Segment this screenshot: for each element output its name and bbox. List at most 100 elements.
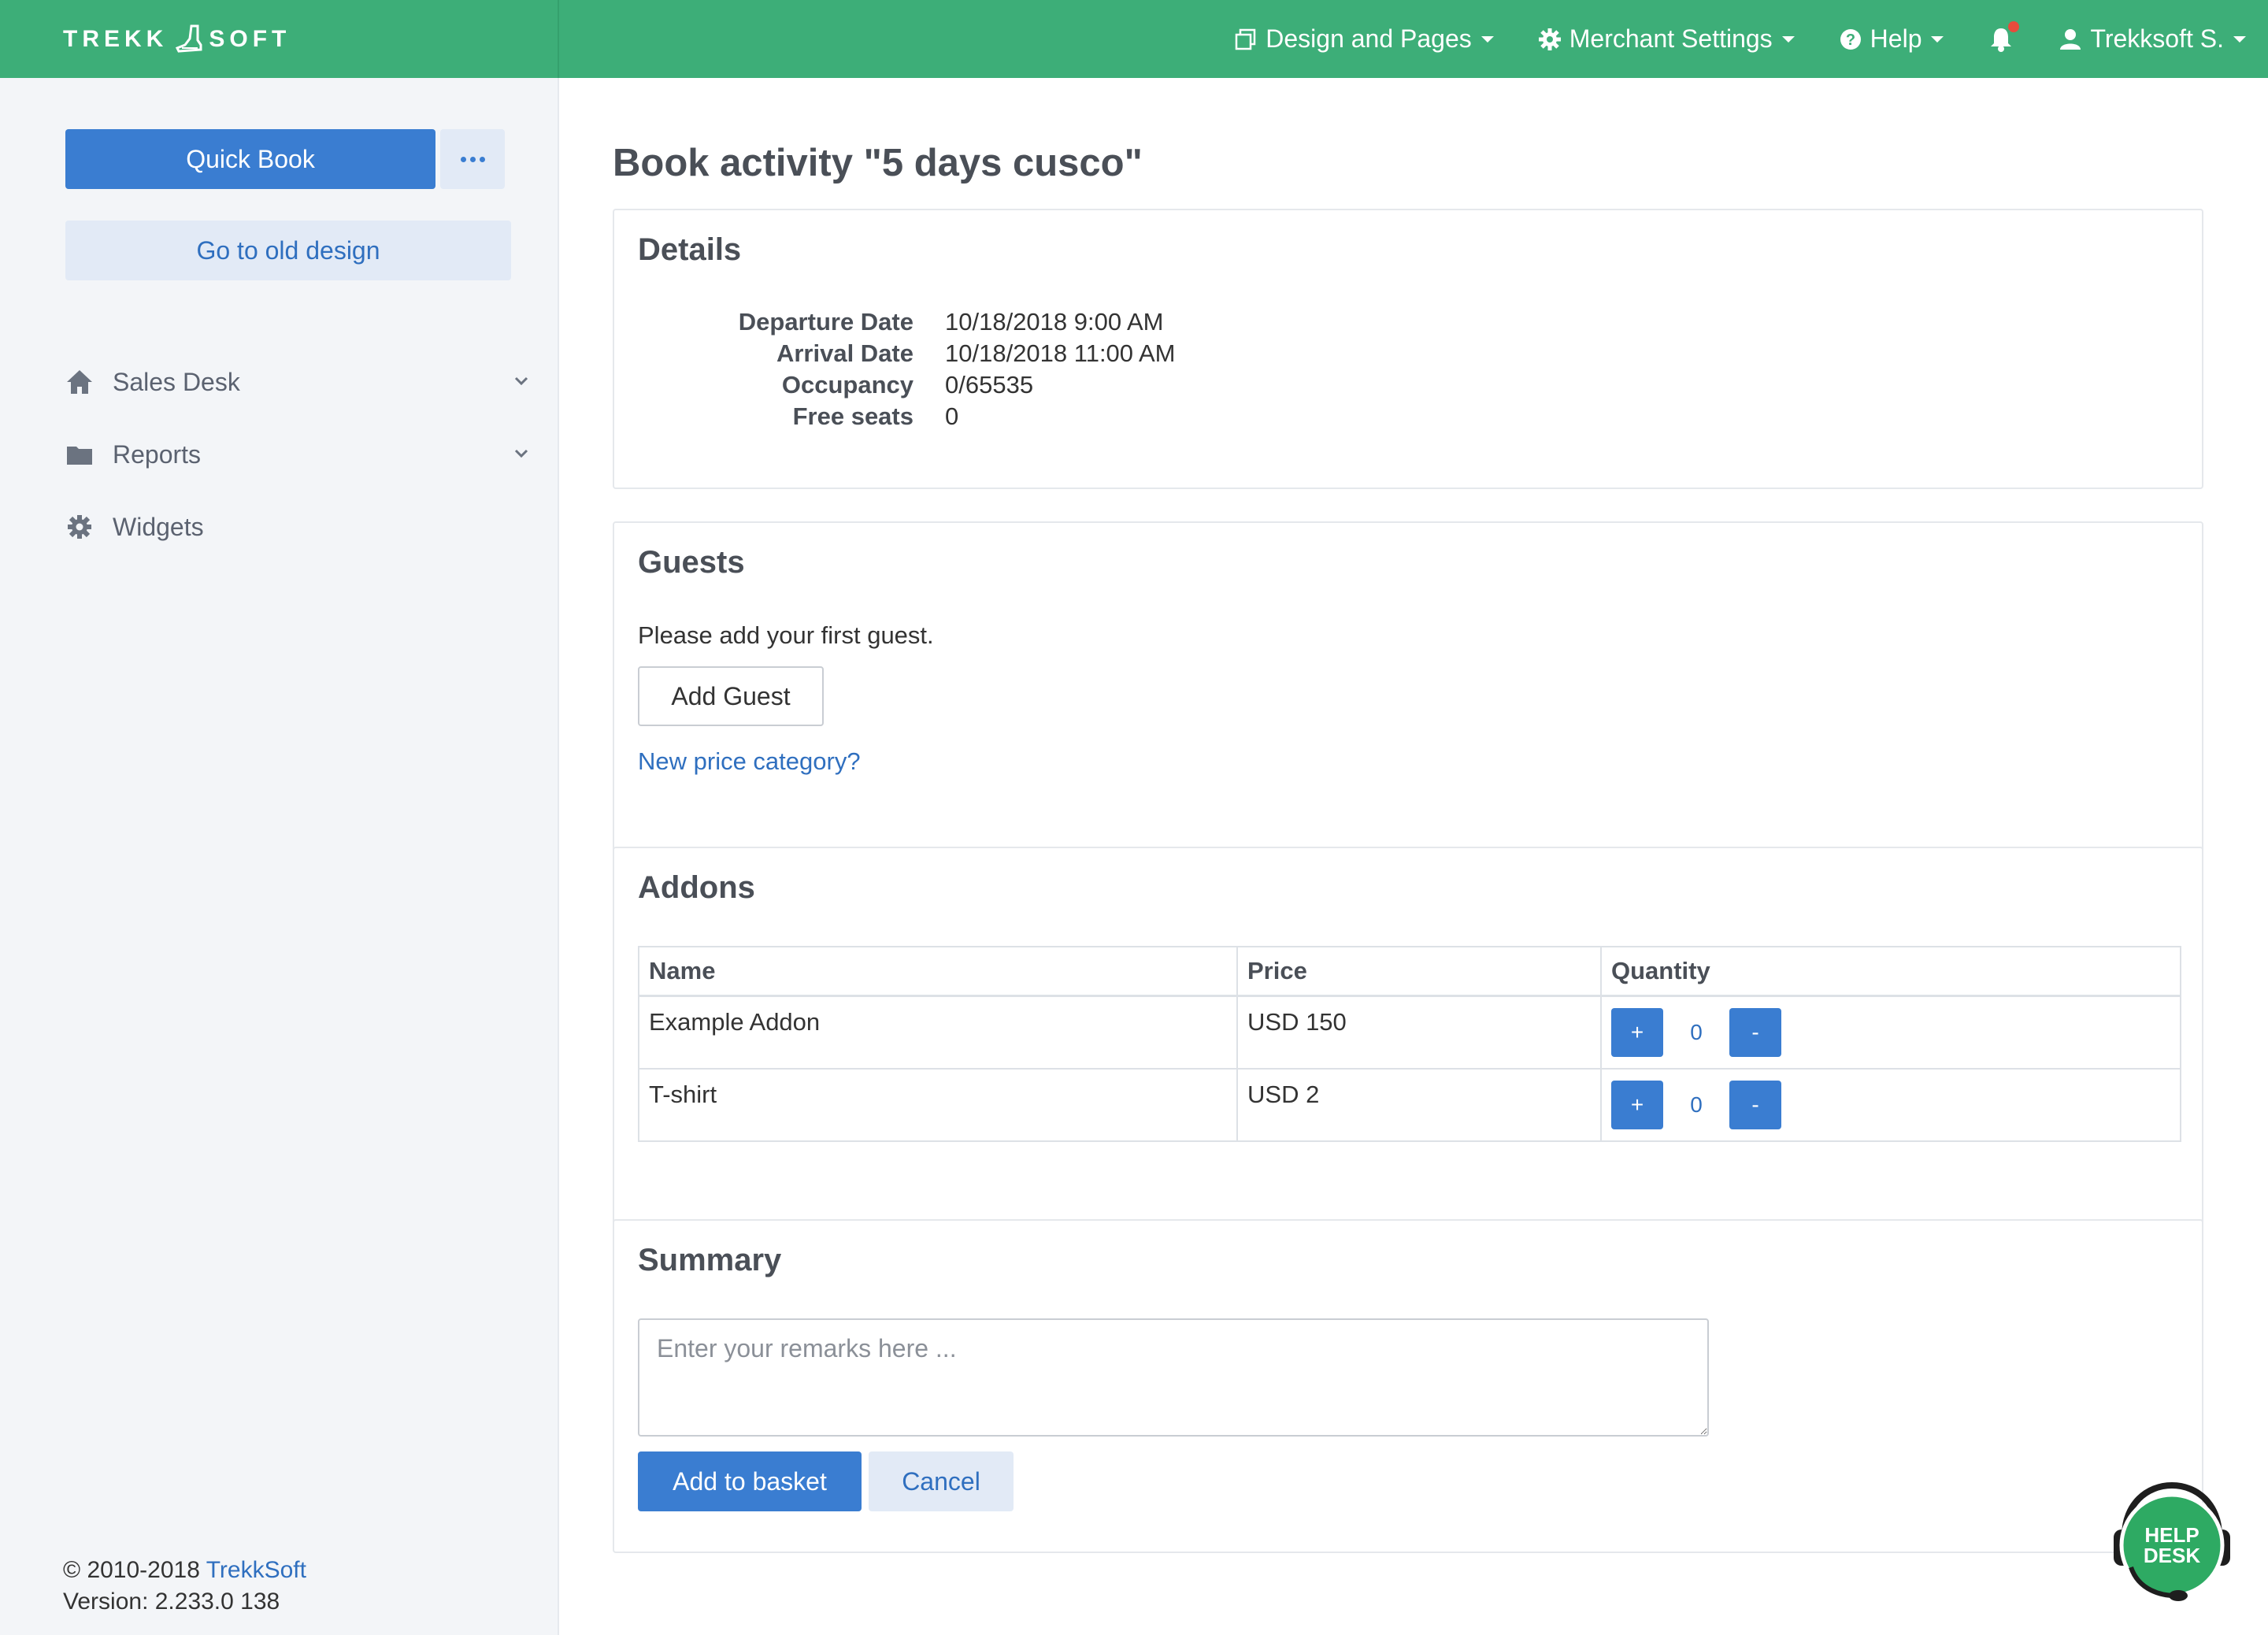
details-panel: Details Departure Date 10/18/2018 9:00 A… (613, 209, 2203, 489)
addons-panel: Addons Name Price Quantity Example Addon… (613, 847, 2203, 1266)
help-desk-widget[interactable]: HELP DESK (2107, 1481, 2236, 1607)
copyright-text: © 2010-2018 (63, 1557, 206, 1583)
addon-price: USD 150 (1236, 995, 1602, 1070)
nav-design-pages-label: Design and Pages (1266, 24, 1472, 53)
nav-merchant-settings[interactable]: Merchant Settings (1516, 0, 1817, 78)
increment-button[interactable]: + (1611, 1081, 1663, 1129)
details-list: Departure Date 10/18/2018 9:00 AM Arriva… (638, 306, 1176, 432)
nav-user-label: Trekksoft S. (2090, 24, 2224, 53)
addons-table: Name Price Quantity Example Addon USD 15… (638, 946, 2181, 1142)
top-nav-menu: Design and Pages Merchant Settings ? Hel… (1212, 0, 2268, 78)
column-header-name: Name (638, 946, 1238, 997)
detail-row-arrival: Arrival Date 10/18/2018 11:00 AM (638, 338, 1175, 369)
sidebar-item-label: Widgets (113, 512, 204, 541)
quantity-value: 0 (1690, 1092, 1703, 1117)
notification-dot (2008, 20, 2020, 32)
details-title: Details (638, 232, 742, 267)
detail-row-free-seats: Free seats 0 (638, 401, 1175, 432)
detail-value: 0/65535 (945, 371, 1034, 399)
quantity-value: 0 (1690, 1020, 1703, 1044)
table-header-row: Name Price Quantity (638, 946, 2181, 997)
guests-empty-message: Please add your first guest. (638, 621, 934, 649)
addon-quantity-cell: + 0 - (1600, 1068, 2181, 1142)
addon-price: USD 2 (1236, 1068, 1602, 1142)
user-icon (2060, 28, 2081, 50)
desk-label: DESK (2144, 1544, 2200, 1567)
table-row: Example Addon USD 150 + 0 - (638, 995, 2181, 1070)
sidebar-item-label: Sales Desk (113, 367, 240, 396)
detail-label: Departure Date (738, 308, 914, 336)
home-icon (67, 370, 92, 394)
logo-text-left: TREKK (63, 26, 169, 52)
sidebar-item-widgets[interactable]: Widgets (65, 491, 530, 563)
sidebar-item-label: Reports (113, 439, 202, 469)
gear-icon (68, 515, 91, 539)
pages-icon (1236, 28, 1256, 50)
detail-value: 10/18/2018 9:00 AM (945, 308, 1164, 336)
column-header-price: Price (1236, 946, 1602, 997)
top-navbar: TREKK SOFT Design and Pages Merchant Set… (0, 0, 2268, 78)
nav-user-menu[interactable]: Trekksoft S. (2036, 0, 2268, 78)
addons-title: Addons (638, 870, 755, 905)
detail-label: Arrival Date (776, 339, 914, 367)
caret-down-icon (2233, 35, 2246, 43)
addon-quantity-cell: + 0 - (1600, 995, 2181, 1070)
quantity-stepper: + 0 - (1611, 1081, 2170, 1129)
sidebar-menu: Sales Desk Reports Widgets (65, 346, 530, 563)
sidebar: Quick Book Go to old design Sales Desk R… (0, 78, 559, 1635)
nav-help[interactable]: ? Help (1817, 0, 1966, 78)
detail-row-occupancy: Occupancy 0/65535 (638, 369, 1175, 401)
addon-name: Example Addon (638, 995, 1238, 1070)
nav-merchant-settings-label: Merchant Settings (1569, 24, 1773, 53)
guests-title: Guests (638, 545, 745, 580)
decrement-button[interactable]: - (1729, 1081, 1781, 1129)
remarks-textarea[interactable] (638, 1318, 1709, 1437)
add-guest-button[interactable]: Add Guest (638, 666, 824, 726)
nav-design-pages[interactable]: Design and Pages (1212, 0, 1516, 78)
summary-panel: Summary Add to basket Cancel (613, 1219, 2203, 1553)
detail-label: Free seats (792, 402, 914, 430)
trekksoft-logo[interactable]: TREKK SOFT (63, 24, 291, 55)
svg-text:?: ? (1846, 32, 1855, 49)
question-circle-icon: ? (1840, 28, 1861, 50)
boot-logo-icon (176, 24, 202, 53)
brand-area: TREKK SOFT (0, 0, 559, 78)
detail-value: 0 (945, 402, 959, 430)
more-options-button[interactable] (440, 129, 505, 189)
sidebar-footer: © 2010-2018 TrekkSoft Version: 2.233.0 1… (63, 1555, 306, 1618)
copyright-line: © 2010-2018 TrekkSoft (63, 1555, 306, 1586)
new-price-category-link[interactable]: New price category? (638, 747, 861, 776)
detail-row-departure: Departure Date 10/18/2018 9:00 AM (638, 306, 1175, 338)
trekksoft-link[interactable]: TrekkSoft (206, 1557, 306, 1583)
detail-label: Occupancy (781, 371, 914, 399)
cancel-button[interactable]: Cancel (869, 1451, 1014, 1511)
quick-book-button[interactable]: Quick Book (65, 129, 435, 189)
bell-icon (1988, 20, 2020, 53)
gear-icon (1538, 28, 1561, 50)
quantity-stepper: + 0 - (1611, 1008, 2170, 1057)
summary-title: Summary (638, 1243, 782, 1277)
nav-help-label: Help (1870, 24, 1922, 53)
chevron-down-icon (514, 449, 528, 458)
page-title: Book activity "5 days cusco" (613, 142, 1143, 184)
add-to-basket-button[interactable]: Add to basket (638, 1451, 862, 1511)
table-row: T-shirt USD 2 + 0 - (638, 1068, 2181, 1142)
folder-icon (67, 447, 92, 465)
decrement-button[interactable]: - (1729, 1008, 1781, 1057)
sidebar-item-sales-desk[interactable]: Sales Desk (65, 346, 530, 418)
column-header-quantity: Quantity (1600, 946, 2181, 997)
old-design-button[interactable]: Go to old design (65, 221, 511, 280)
logo-text-right: SOFT (209, 26, 291, 52)
sidebar-item-reports[interactable]: Reports (65, 418, 530, 491)
chevron-down-icon (514, 376, 528, 386)
caret-down-icon (1781, 35, 1795, 43)
increment-button[interactable]: + (1611, 1008, 1663, 1057)
version-text: Version: 2.233.0 138 (63, 1589, 280, 1615)
guests-panel: Guests Please add your first guest. Add … (613, 521, 2203, 893)
addon-name: T-shirt (638, 1068, 1238, 1142)
caret-down-icon (1931, 35, 1944, 43)
caret-down-icon (1480, 35, 1494, 43)
headset-icon: HELP DESK (2114, 1481, 2230, 1601)
detail-value: 10/18/2018 11:00 AM (945, 339, 1176, 367)
nav-notifications[interactable] (1966, 0, 2036, 78)
